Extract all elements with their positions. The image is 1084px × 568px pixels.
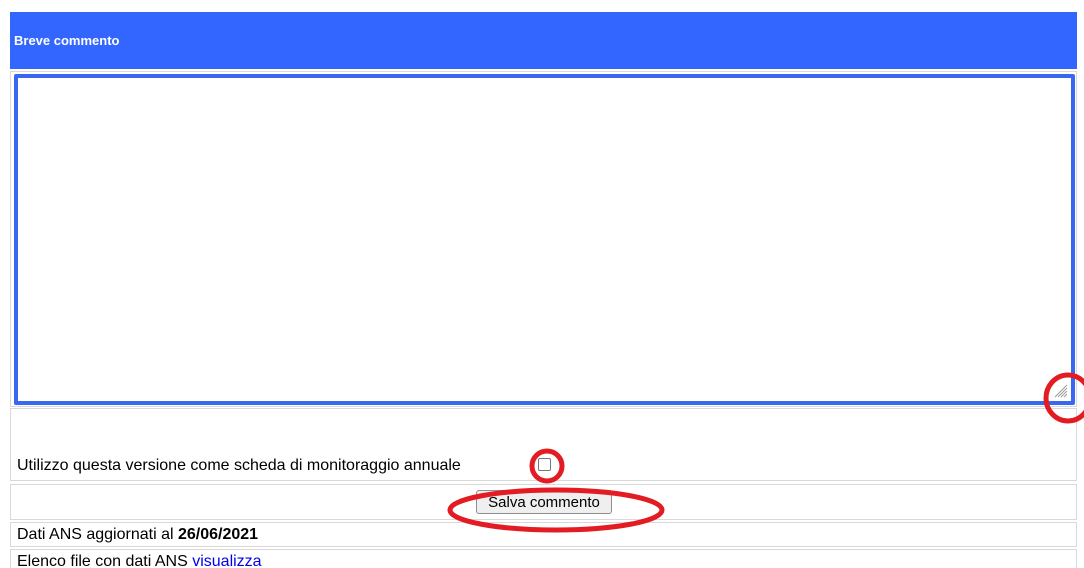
ans-update-label: Dati ANS aggiornati al bbox=[17, 526, 178, 543]
view-files-link[interactable]: visualizza bbox=[192, 553, 261, 568]
ans-update-row: Dati ANS aggiornati al 26/06/2021 bbox=[10, 522, 1077, 547]
ans-files-row: Elenco file con dati ANS visualizza bbox=[10, 549, 1077, 568]
comment-cell bbox=[10, 71, 1077, 407]
ans-files-label: Elenco file con dati ANS bbox=[17, 553, 193, 568]
annual-monitoring-row: Utilizzo questa versione come scheda di … bbox=[10, 408, 1077, 481]
section-title: Breve commento bbox=[14, 33, 120, 48]
annual-monitoring-label: Utilizzo questa versione come scheda di … bbox=[17, 457, 461, 474]
annual-monitoring-checkbox[interactable] bbox=[538, 458, 551, 471]
resize-grip-icon[interactable] bbox=[1052, 382, 1068, 398]
save-comment-button[interactable]: Salva commento bbox=[476, 490, 612, 514]
comment-textarea[interactable] bbox=[14, 74, 1075, 405]
section-header: Breve commento bbox=[10, 12, 1077, 69]
ans-update-date: 26/06/2021 bbox=[177, 526, 259, 543]
save-row: Salva commento bbox=[10, 484, 1077, 520]
comment-form-page: Breve commento Utilizzo questa versione … bbox=[0, 0, 1084, 568]
